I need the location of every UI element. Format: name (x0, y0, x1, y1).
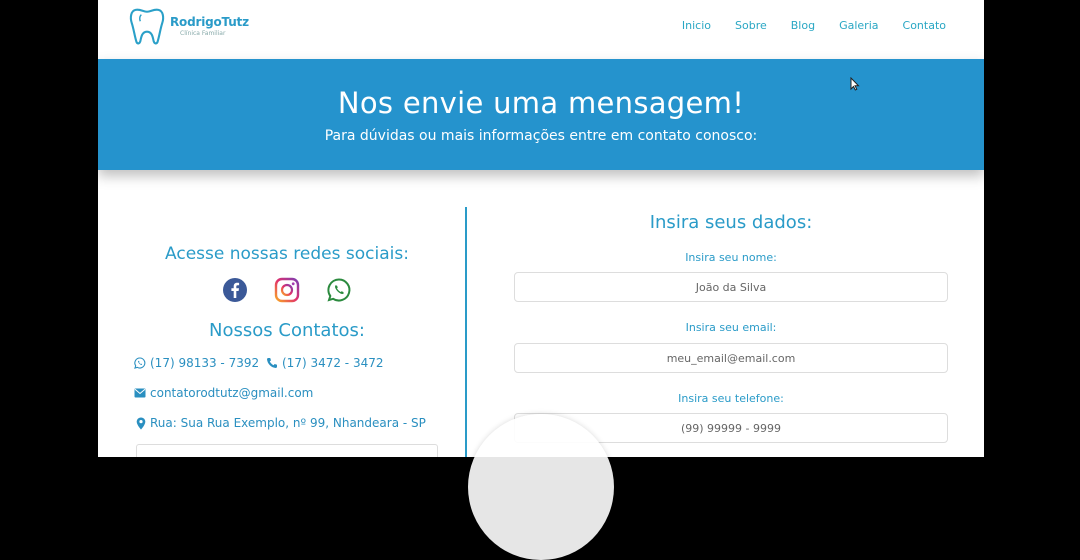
name-label: Insira seu nome: (685, 251, 777, 264)
email-address: contatorodtutz@gmail.com (150, 386, 314, 400)
whatsapp-contact[interactable]: (17) 98133 - 7392 (134, 356, 259, 370)
main-nav: Inicio Sobre Blog Galeria Contato (682, 19, 946, 32)
brand-name: RodrigoTutz (170, 15, 249, 29)
email-label: Insira seu email: (685, 321, 777, 334)
instagram-icon[interactable] (274, 277, 300, 303)
phone-label: Insira seu telefone: (678, 392, 784, 405)
map-frame[interactable] (136, 444, 438, 457)
social-title: Acesse nossas redes sociais: (165, 244, 409, 264)
social-icons (222, 277, 352, 303)
nav-item-contato[interactable]: Contato (903, 19, 946, 32)
site-header: RodrigoTutz Clínica Familiar Inicio Sobr… (98, 0, 984, 59)
contact-banner: Nos envie uma mensagem! Para dúvidas ou … (98, 59, 984, 170)
whatsapp-icon[interactable] (326, 277, 352, 303)
address-text: Rua: Sua Rua Exemplo, nº 99, Nhandeara -… (150, 416, 426, 430)
address-contact: Rua: Sua Rua Exemplo, nº 99, Nhandeara -… (136, 416, 426, 430)
envelope-icon (134, 388, 146, 398)
banner-subtitle: Para dúvidas ou mais informações entre e… (324, 128, 758, 144)
mouse-cursor-icon (850, 77, 860, 91)
location-pin-icon (136, 417, 146, 429)
phone-icon (267, 358, 277, 368)
touch-indicator (468, 414, 614, 560)
facebook-icon[interactable] (222, 277, 248, 303)
name-input[interactable]: João da Silva (514, 272, 948, 302)
nav-item-blog[interactable]: Blog (791, 19, 815, 32)
phone-contact[interactable]: (17) 3472 - 3472 (266, 356, 383, 370)
whatsapp-small-icon (134, 357, 146, 369)
form-title: Insira seus dados: (649, 212, 813, 233)
tooth-logo-icon (129, 8, 165, 45)
nav-item-inicio[interactable]: Inicio (682, 19, 711, 32)
brand-tagline: Clínica Familiar (180, 30, 226, 37)
whatsapp-number: (17) 98133 - 7392 (150, 356, 260, 370)
column-divider (465, 207, 467, 457)
brand-logo[interactable]: RodrigoTutz Clínica Familiar (128, 6, 249, 46)
contact-info-column: Acesse nossas redes sociais: Nossos Cont… (98, 170, 466, 457)
email-contact[interactable]: contatorodtutz@gmail.com (134, 386, 313, 400)
page: RodrigoTutz Clínica Familiar Inicio Sobr… (98, 0, 984, 457)
phone-number: (17) 3472 - 3472 (282, 356, 384, 370)
nav-item-sobre[interactable]: Sobre (735, 19, 767, 32)
nav-item-galeria[interactable]: Galeria (839, 19, 878, 32)
contacts-title: Nossos Contatos: (209, 320, 365, 341)
email-input[interactable]: meu_email@email.com (514, 343, 948, 373)
